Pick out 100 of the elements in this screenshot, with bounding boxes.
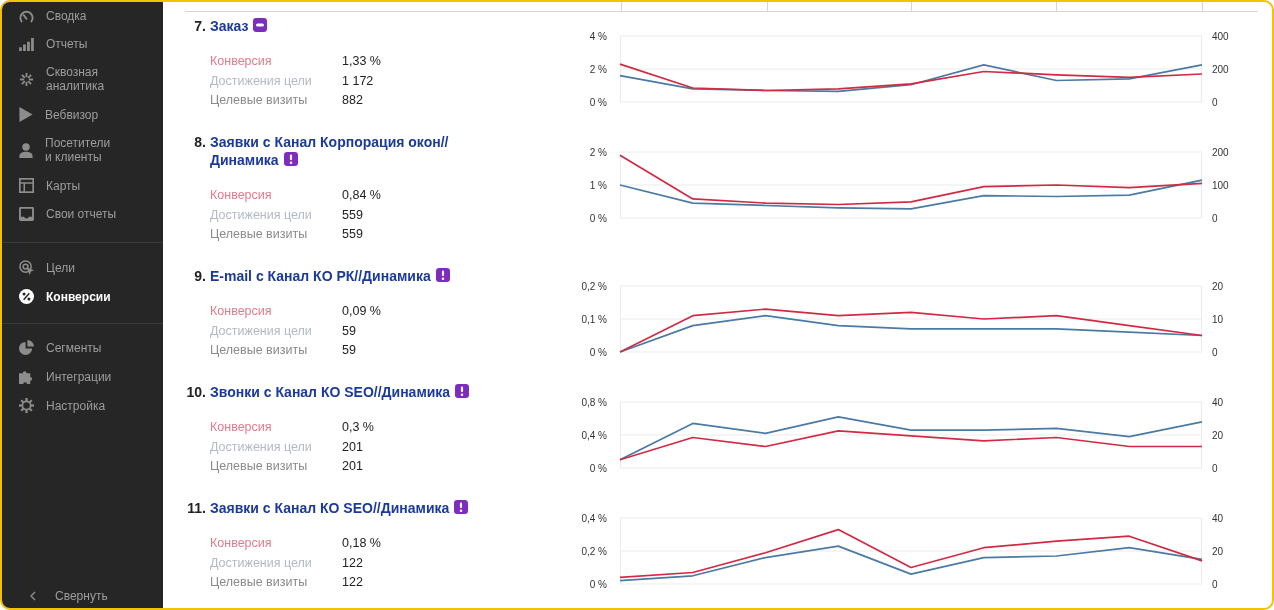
sidebar-item[interactable]: Интеграции	[2, 362, 163, 391]
play-icon	[19, 107, 33, 122]
axis-label: 0	[1212, 462, 1218, 474]
goal-number: 9.	[193, 267, 206, 285]
metric-value: 122	[342, 554, 363, 572]
sidebar-item[interactable]: Настройка	[2, 391, 163, 420]
goal-title[interactable]: Звонки с Канал КО SEO//Динамика	[210, 383, 470, 401]
exclamation-badge-icon	[455, 384, 470, 398]
axis-label: 4 %	[589, 30, 607, 42]
minus-badge-icon	[253, 18, 268, 32]
percent-icon	[19, 289, 34, 304]
sidebar-item[interactable]: Вебвизор	[2, 100, 163, 129]
sidebar-item[interactable]: Сквозная аналитика	[2, 58, 163, 100]
metric-value: 59	[342, 322, 356, 340]
metric-value: 122	[342, 574, 363, 592]
settings-icon	[19, 398, 34, 413]
axis-label: 0	[1212, 212, 1218, 224]
axis-label: 0 %	[589, 212, 607, 224]
axis-label: 0,4 %	[581, 429, 607, 441]
metric-value: 201	[342, 438, 363, 456]
sidebar-item[interactable]: Карты	[2, 171, 163, 200]
axis-label: 0	[1212, 96, 1218, 108]
goal-title[interactable]: Заказ	[210, 17, 268, 35]
metric-label: Целевые визиты	[210, 574, 309, 592]
axis-label: 200	[1212, 146, 1229, 158]
goal-number: 8.	[193, 133, 206, 151]
sidebar-item[interactable]: Свои отчеты	[2, 200, 163, 228]
exclamation-badge-icon	[454, 500, 469, 514]
sidebar-item[interactable]: Сводка	[2, 2, 163, 30]
metric-label: Достижения цели	[210, 206, 313, 224]
collapse-button[interactable]: Свернуть	[2, 584, 163, 608]
metric-value: 882	[342, 92, 363, 110]
exclamation-badge-icon	[283, 152, 298, 166]
axis-label: 0 %	[589, 96, 607, 108]
axis-label: 2 %	[589, 146, 607, 158]
sidebar-item[interactable]: Конверсии	[2, 282, 163, 311]
user-icon	[19, 142, 33, 158]
metric-value: 559	[342, 206, 363, 224]
metric-value: 1 172	[342, 72, 374, 90]
metric-label: Конверсия	[210, 187, 273, 205]
axis-label: 200	[1212, 63, 1229, 75]
axis-label: 0 %	[589, 578, 607, 590]
axis-label: 0,4 %	[581, 512, 607, 524]
axis-label: 40	[1212, 512, 1224, 524]
goal-number: 7.	[193, 17, 206, 35]
target-icon	[19, 260, 34, 275]
metric-label: Целевые визиты	[210, 92, 309, 110]
metric-label: Достижения цели	[210, 72, 313, 90]
metric-value: 59	[342, 342, 356, 360]
puzzle-icon	[19, 369, 34, 384]
metric-label: Конверсия	[210, 535, 273, 553]
axis-label: 0	[1212, 578, 1218, 590]
metric-label: Достижения цели	[210, 554, 313, 572]
axis-label: 0,8 %	[581, 396, 607, 408]
metric-label: Конверсия	[210, 303, 273, 321]
axis-label: 0,2 %	[581, 545, 607, 557]
goal-title[interactable]: Заявки с Канал КО SEO//Динамика	[210, 499, 469, 517]
goal-number: 10.	[185, 383, 206, 401]
metric-value: 0,3 %	[342, 419, 374, 437]
goal-title[interactable]: E-mail с Канал КО РК//Динамика	[210, 267, 450, 285]
line-series	[619, 545, 1203, 582]
axis-label: 100	[1212, 179, 1229, 191]
layout-icon	[19, 178, 34, 193]
exclamation-badge-icon	[435, 268, 450, 282]
metric-value: 559	[342, 226, 363, 244]
axis-label: 1 %	[589, 179, 607, 191]
line-series	[619, 179, 1203, 210]
metric-label: Конверсия	[210, 53, 273, 71]
sidebar-item[interactable]: Сегменты	[2, 333, 163, 362]
axis-label: 0 %	[589, 462, 607, 474]
line-series	[619, 154, 1203, 206]
chevron-left-icon	[30, 591, 36, 601]
sidebar-item[interactable]: Посетители и клиенты	[2, 129, 163, 171]
axis-label: 0	[1212, 346, 1218, 358]
line-series	[619, 430, 1203, 461]
metric-label: Целевые визиты	[210, 342, 309, 360]
metric-value: 1,33 %	[342, 53, 381, 71]
metric-value: 0,18 %	[342, 535, 381, 553]
sidebar-item[interactable]: Цели	[2, 253, 163, 282]
metric-label: Целевые визиты	[210, 226, 309, 244]
axis-label: 20	[1212, 280, 1224, 292]
axis-label: 10	[1212, 313, 1224, 325]
axis-label: 2 %	[589, 63, 607, 75]
gauge-icon	[19, 9, 34, 23]
axis-label: 40	[1212, 396, 1224, 408]
axis-label: 20	[1212, 545, 1224, 557]
metric-value: 0,84 %	[342, 187, 381, 205]
asterisk-icon	[19, 71, 34, 87]
goal-number: 11.	[186, 499, 206, 517]
tray-icon	[19, 207, 34, 221]
sidebar-item[interactable]: Отчеты	[2, 30, 163, 58]
axis-label: 400	[1212, 30, 1229, 42]
axis-label: 20	[1212, 429, 1224, 441]
axis-label: 0,1 %	[581, 313, 607, 325]
axis-label: 0,2 %	[581, 280, 607, 292]
pie-chart-icon	[19, 340, 34, 355]
metric-label: Достижения цели	[210, 438, 313, 456]
metric-label: Целевые визиты	[210, 458, 309, 476]
line-series	[619, 528, 1203, 579]
goal-title[interactable]: Заявки с Канал Корпорация окон//Динамика	[210, 133, 482, 169]
